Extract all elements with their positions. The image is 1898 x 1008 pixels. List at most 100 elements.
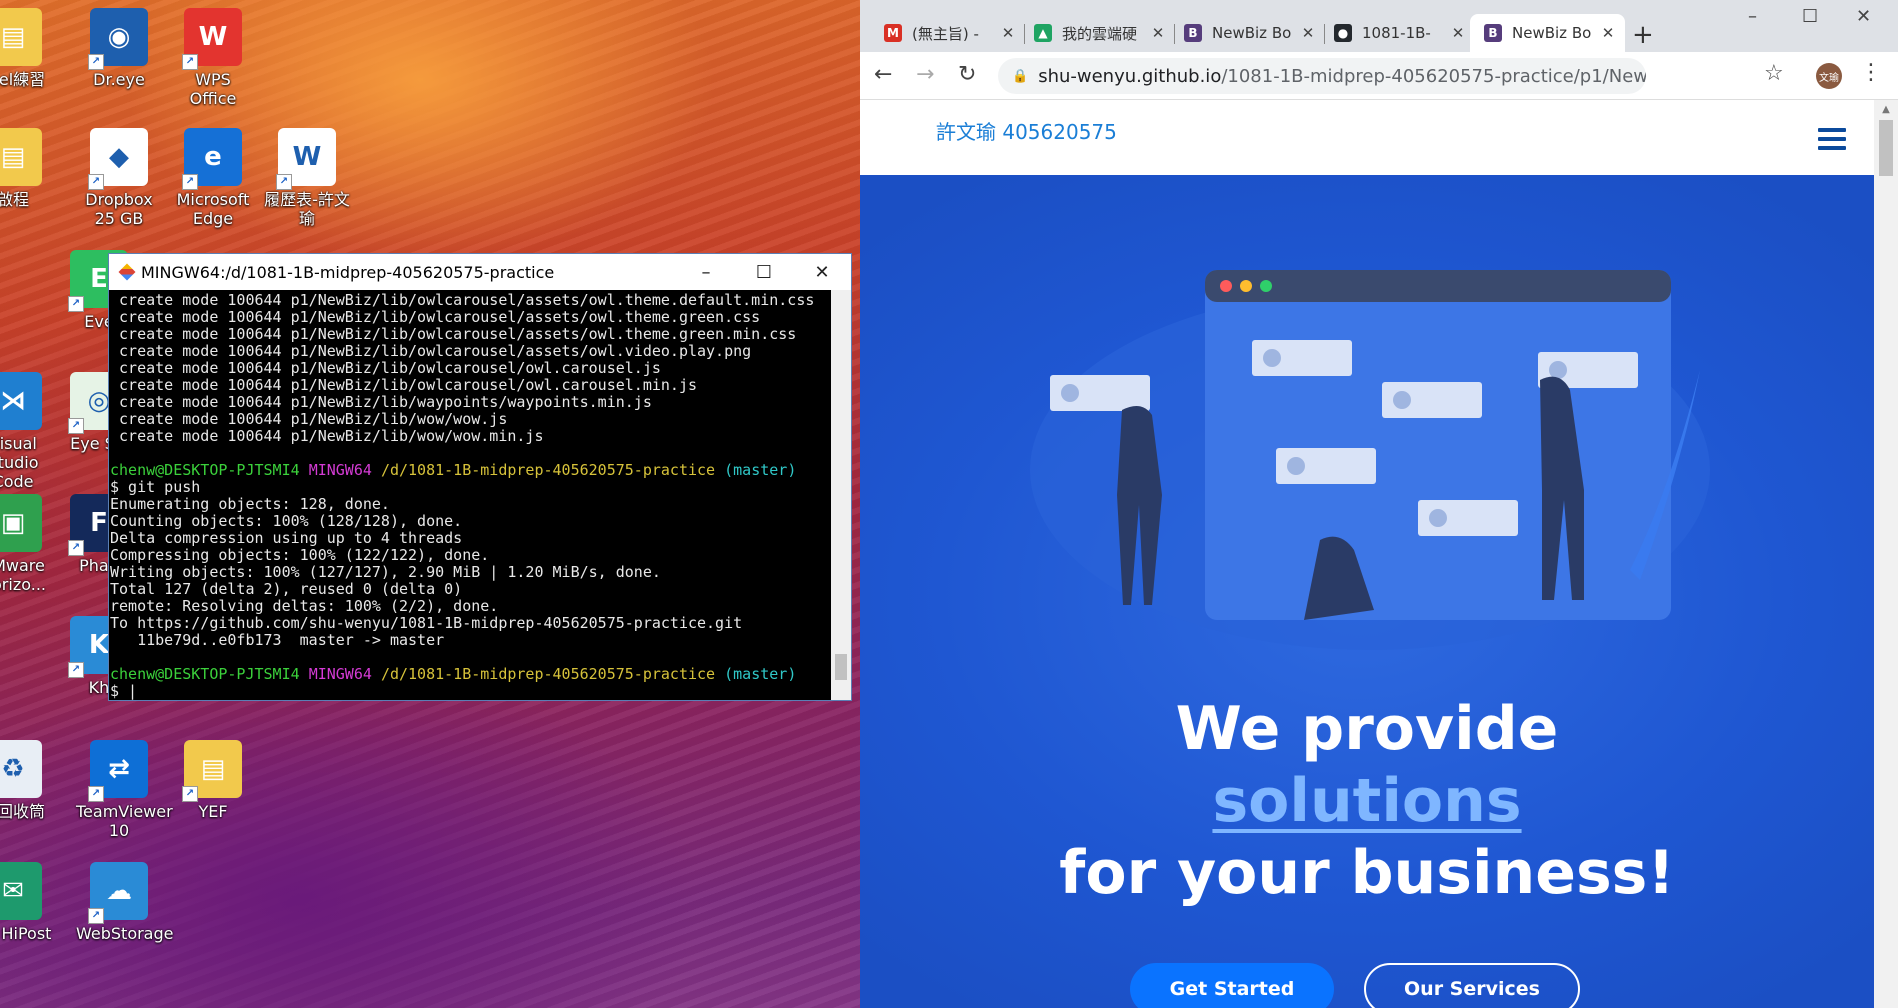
new-tab-button[interactable]: +	[1632, 20, 1654, 50]
desktop-icon[interactable]: ☁WebStorage	[76, 862, 174, 943]
prompt-user: chenw@DESKTOP-PJTSMI4	[110, 665, 300, 683]
desktop-icon-label: WebStorage	[76, 924, 174, 943]
address-bar[interactable]: 🔒 shu-wenyu.github.io/1081-1B-midprep-40…	[998, 58, 1646, 94]
profile-avatar[interactable]: 文瑜	[1816, 63, 1842, 89]
prompt-path: /d/1081-1B-midprep-405620575-practice	[380, 461, 716, 479]
desktop-icon[interactable]: ▤YEF	[170, 740, 256, 821]
desktop-icon[interactable]: eMicrosoft Edge	[170, 128, 256, 228]
tab-strip: M (無主旨) - ✕ ▲ 我的雲端硬 ✕ B NewBiz Bo ✕ ● 1081-1B- ✕ B Ne…	[860, 0, 1898, 52]
desktop-app-icon: ▤	[0, 8, 42, 66]
tab-favicon-icon: M	[884, 24, 902, 42]
terminal-line: Writing objects: 100% (127/127), 2.90 Mi…	[110, 563, 661, 581]
terminal-line: create mode 100644 p1/NewBiz/lib/owlcaro…	[110, 376, 697, 394]
url-host: shu-wenyu.github.io	[1038, 65, 1222, 87]
our-services-button[interactable]: Our Services	[1364, 963, 1580, 1008]
terminal-line: create mode 100644 p1/NewBiz/lib/owlcaro…	[110, 342, 752, 360]
desktop-app-icon: ▤	[0, 128, 42, 186]
terminal-line: create mode 100644 p1/NewBiz/lib/owlcaro…	[110, 359, 661, 377]
desktop-app-icon: W	[182, 8, 242, 70]
hamburger-menu-icon[interactable]	[1818, 128, 1846, 155]
desktop-icon[interactable]: ▣ VMware Horizo...	[0, 494, 56, 594]
tab-close-icon[interactable]: ✕	[999, 24, 1017, 42]
site-header: 許文瑜 405620575	[860, 100, 1874, 175]
tab-favicon-icon: B	[1184, 24, 1202, 42]
reload-icon[interactable]: ↻	[958, 62, 976, 87]
desktop-icon-label: TeamViewer 10	[76, 802, 173, 840]
desktop-icon[interactable]: ◆Dropbox 25 GB	[76, 128, 162, 228]
terminal-scrollbar[interactable]	[831, 290, 851, 700]
terminal-line: remote: Resolving deltas: 100% (2/2), do…	[110, 597, 499, 615]
menu-icon[interactable]: ⋮	[1860, 60, 1882, 85]
forward-icon[interactable]: →	[916, 62, 934, 87]
lock-icon[interactable]: 🔒	[1012, 69, 1028, 84]
tab-close-icon[interactable]: ✕	[1449, 24, 1467, 42]
page-scrollbar[interactable]: ▲	[1874, 100, 1898, 1008]
terminal-window[interactable]: MINGW64:/d/1081-1B-midprep-405620575-pra…	[108, 253, 852, 701]
minimize-button[interactable]: –	[677, 254, 735, 290]
desktop-icon[interactable]: ▤ 啟程	[0, 128, 56, 209]
desktop-icon[interactable]: ♻ 源回收筒	[0, 740, 56, 821]
close-button[interactable]: ✕	[1856, 6, 1871, 27]
tab-close-icon[interactable]: ✕	[1149, 24, 1167, 42]
desktop-icon[interactable]: ⋊ Visual Studio Code	[0, 372, 56, 491]
hero-heading: We provide solutions for your business!	[860, 693, 1874, 909]
terminal-line: Compressing objects: 100% (122/122), don…	[110, 546, 490, 564]
get-started-button[interactable]: Get Started	[1130, 963, 1334, 1008]
tab-title: NewBiz Bo	[1212, 24, 1292, 42]
browser-tab[interactable]: ▲ 我的雲端硬 ✕	[1020, 14, 1175, 52]
bookmark-star-icon[interactable]: ☆	[1764, 61, 1784, 86]
browser-tab[interactable]: M (無主旨) - ✕	[870, 14, 1025, 52]
browser-toolbar: ← → ↻ 🔒 shu-wenyu.github.io/1081-1B-midp…	[860, 52, 1898, 100]
site-logo-link[interactable]: 許文瑜 405620575	[936, 116, 1117, 145]
terminal-titlebar[interactable]: MINGW64:/d/1081-1B-midprep-405620575-pra…	[109, 254, 851, 290]
back-icon[interactable]: ←	[874, 62, 892, 87]
scrollbar-thumb[interactable]	[1879, 120, 1893, 176]
desktop-app-icon: ▣	[0, 494, 42, 552]
git-bash-icon	[118, 263, 136, 281]
hero-illustration	[1030, 270, 1710, 650]
browser-tab[interactable]: B NewBiz Bo ✕	[1470, 14, 1625, 52]
desktop-app-icon: ✉	[0, 862, 42, 920]
scroll-up-icon[interactable]: ▲	[1874, 104, 1898, 115]
desktop-app-icon: ◆	[88, 128, 148, 190]
minimize-button[interactable]: –	[1748, 6, 1757, 27]
desktop-icon[interactable]: ◉Dr.eye	[76, 8, 162, 89]
desktop-icon[interactable]: ⇄TeamViewer 10	[76, 740, 173, 840]
terminal-line: Enumerating objects: 128, done.	[110, 495, 390, 513]
close-button[interactable]: ✕	[793, 254, 851, 290]
tab-close-icon[interactable]: ✕	[1299, 24, 1317, 42]
desktop-app-icon: ☁	[88, 862, 148, 924]
desktop-icon-label: US HiPost	[0, 924, 52, 943]
url-path: /1081-1B-midprep-405620575-practice/p1/N…	[1221, 65, 1646, 87]
maximize-button[interactable]: ☐	[735, 254, 793, 290]
tab-title: 1081-1B-	[1362, 24, 1431, 42]
desktop-icon[interactable]: W履歷表-許文瑜	[264, 128, 350, 228]
terminal-line: $ |	[110, 682, 138, 700]
desktop-icon[interactable]: WWPS Office	[170, 8, 256, 108]
scrollbar-thumb[interactable]	[835, 654, 847, 680]
maximize-button[interactable]: ☐	[1802, 6, 1818, 27]
terminal-line: create mode 100644 p1/NewBiz/lib/owlcaro…	[110, 308, 761, 326]
desktop-app-icon: ▤	[182, 740, 242, 802]
desktop-icon-label: 啟程	[0, 190, 29, 209]
browser-tab[interactable]: B NewBiz Bo ✕	[1170, 14, 1325, 52]
desktop-icon[interactable]: ✉ US HiPost	[0, 862, 56, 943]
desktop-icon-label: YEF	[198, 802, 228, 821]
desktop-app-icon: ⋊	[0, 372, 42, 430]
terminal-line: create mode 100644 p1/NewBiz/lib/owlcaro…	[110, 291, 815, 309]
tab-favicon-icon: B	[1484, 24, 1502, 42]
desktop-app-icon: e	[182, 128, 242, 190]
desktop-icon-label: VMware Horizo...	[0, 556, 46, 594]
terminal-output[interactable]: create mode 100644 p1/NewBiz/lib/owlcaro…	[109, 290, 831, 700]
browser-window[interactable]: M (無主旨) - ✕ ▲ 我的雲端硬 ✕ B NewBiz Bo ✕ ● 1081-1B- ✕ B Ne…	[860, 0, 1898, 1008]
browser-tab[interactable]: ● 1081-1B- ✕	[1320, 14, 1475, 52]
terminal-line: chenw@DESKTOP-PJTSMI4 MINGW64 /d/1081-1B…	[110, 462, 831, 479]
tab-close-icon[interactable]: ✕	[1599, 24, 1617, 42]
prompt-user: chenw@DESKTOP-PJTSMI4	[110, 461, 300, 479]
desktop-icon-label: Microsoft Edge	[176, 190, 250, 228]
desktop-icon[interactable]: ▤ xcel練習	[0, 8, 56, 89]
hero-section: We provide solutions for your business! …	[860, 175, 1874, 1008]
terminal-line: To https://github.com/shu-wenyu/1081-1B-…	[110, 614, 743, 632]
hero-line-1: We provide	[1175, 694, 1559, 764]
